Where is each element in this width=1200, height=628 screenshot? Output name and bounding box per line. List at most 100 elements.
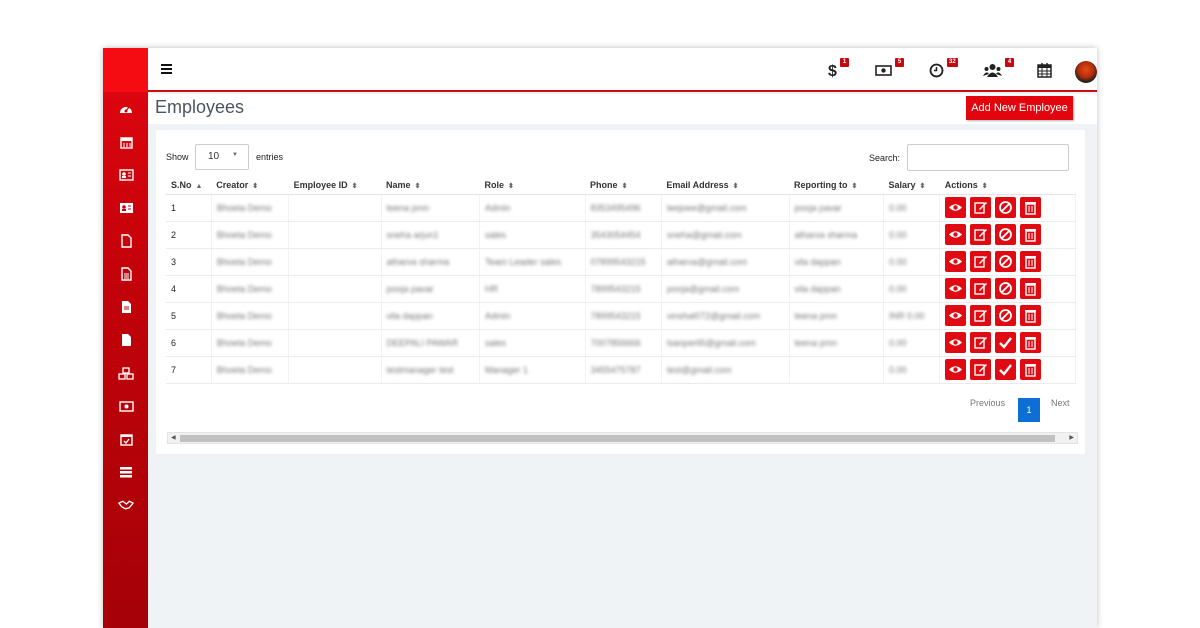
cell-salary: 0.00 (883, 356, 941, 384)
delete-icon[interactable] (1020, 305, 1042, 326)
sort-icon[interactable]: ⬍ (415, 183, 421, 190)
table-row: 2 Bhoeta Demo sneha arjun1 sales 3543054454 s… (166, 221, 1076, 249)
block-icon[interactable] (995, 305, 1017, 326)
edit-icon[interactable] (970, 224, 992, 245)
calendar-nav-icon[interactable] (118, 134, 134, 150)
view-icon[interactable] (945, 305, 967, 326)
edit-icon[interactable] (970, 251, 992, 272)
report-icon[interactable] (118, 299, 134, 315)
cell-name: sneha arjun1 (381, 221, 481, 249)
id-card-icon[interactable] (118, 167, 134, 183)
document-icon[interactable] (118, 266, 134, 282)
delete-icon[interactable] (1020, 278, 1042, 299)
column-header[interactable]: Email Address ⬍ (661, 177, 790, 195)
users-icon[interactable]: 4 (983, 58, 1014, 80)
cell-creator: Bhoeta Demo (211, 356, 290, 384)
sort-icon[interactable]: ⬍ (852, 183, 858, 190)
cell-employee-id (288, 275, 382, 303)
file-icon[interactable] (118, 233, 134, 249)
table-header-row: S.No ▲ Creator ⬍ Employee ID ⬍ Name ⬍ Role ⬍ Phone… (166, 177, 1076, 195)
dollar-icon[interactable]: $ 1 (828, 58, 849, 80)
page-icon[interactable] (118, 332, 134, 348)
column-header[interactable]: Creator ⬍ (211, 177, 289, 195)
column-header[interactable]: Role ⬍ (479, 177, 586, 195)
entries-select[interactable]: 10 ▼ (195, 144, 249, 170)
money-nav-icon[interactable] (118, 398, 134, 414)
column-header[interactable]: Employee ID ⬍ (288, 177, 382, 195)
column-header[interactable]: Phone ⬍ (585, 177, 662, 195)
cell-phone: 7899543215 (585, 275, 662, 303)
cell-reporting-to: vila dappan (789, 248, 885, 276)
column-header-label: Employee ID (293, 180, 348, 191)
view-icon[interactable] (945, 359, 967, 380)
dashboard-icon[interactable] (118, 101, 134, 117)
column-header[interactable]: Actions ⬍ (939, 177, 1076, 195)
block-icon[interactable] (995, 197, 1017, 218)
delete-icon[interactable] (1020, 251, 1042, 272)
view-icon[interactable] (945, 224, 967, 245)
hamburger-menu-icon[interactable] (161, 64, 172, 74)
next-page-link[interactable]: Next (1051, 398, 1070, 408)
edit-icon[interactable] (970, 197, 992, 218)
sort-icon[interactable]: ⬍ (920, 183, 926, 190)
add-new-employee-button[interactable]: Add New Employee (966, 96, 1073, 120)
delete-icon[interactable] (1020, 224, 1042, 245)
cubes-icon[interactable] (118, 365, 134, 381)
cell-reporting-to: vila dappan (789, 275, 885, 303)
delete-icon[interactable] (1020, 359, 1042, 380)
sort-icon[interactable]: ⬍ (508, 183, 514, 190)
edit-icon[interactable] (970, 359, 992, 380)
column-header[interactable]: Name ⬍ (381, 177, 480, 195)
cell-sno: 4 (166, 275, 212, 303)
search-input[interactable] (907, 144, 1069, 171)
column-header[interactable]: Salary ⬍ (883, 177, 940, 195)
calendar-icon[interactable] (1037, 62, 1052, 80)
sort-icon[interactable]: ⬍ (733, 183, 739, 190)
user-avatar[interactable] (1075, 61, 1097, 83)
view-icon[interactable] (945, 197, 967, 218)
edit-icon[interactable] (970, 278, 992, 299)
cell-creator: Bhoeta Demo (211, 221, 290, 249)
view-icon[interactable] (945, 251, 967, 272)
clock-icon[interactable]: 32 (929, 58, 958, 80)
contact-card-icon[interactable] (118, 200, 134, 216)
dollar-badge: 1 (840, 58, 849, 67)
table-row: 3 Bhoeta Demo atharva sharma Team Leader sa… (166, 248, 1076, 276)
column-header-label: Email Address (666, 180, 729, 191)
delete-icon[interactable] (1020, 332, 1042, 353)
delete-icon[interactable] (1020, 197, 1042, 218)
column-header[interactable]: S.No ▲ (166, 177, 212, 195)
cell-phone: 7899543215 (585, 302, 662, 330)
horizontal-scrollbar[interactable]: ◀ ▶ (167, 432, 1078, 444)
approve-icon[interactable] (995, 359, 1017, 380)
cell-role: Team Leader sales (479, 248, 586, 276)
block-icon[interactable] (995, 278, 1017, 299)
list-icon[interactable] (118, 464, 134, 480)
view-icon[interactable] (945, 332, 967, 353)
previous-page-link[interactable]: Previous (970, 398, 1005, 408)
sort-icon[interactable]: ⬍ (982, 183, 988, 190)
money-icon[interactable]: 5 (875, 58, 904, 80)
edit-icon[interactable] (970, 305, 992, 326)
column-header-label: Creator (216, 180, 249, 191)
scroll-right-icon[interactable]: ▶ (1069, 434, 1074, 441)
sort-icon[interactable]: ⬍ (352, 183, 358, 190)
approve-icon[interactable] (995, 332, 1017, 353)
sort-icon[interactable]: ⬍ (252, 183, 258, 190)
cell-employee-id (288, 302, 382, 330)
block-icon[interactable] (995, 224, 1017, 245)
view-icon[interactable] (945, 278, 967, 299)
table-row: 4 Bhoeta Demo pooja pavar HR 7899543215 pooja… (166, 275, 1076, 303)
block-icon[interactable] (995, 251, 1017, 272)
calendar-check-icon[interactable] (118, 431, 134, 447)
sort-icon[interactable]: ⬍ (622, 183, 628, 190)
column-header[interactable]: Reporting to ⬍ (789, 177, 884, 195)
sort-icon[interactable]: ▲ (196, 183, 203, 190)
edit-icon[interactable] (970, 332, 992, 353)
page-1-button[interactable]: 1 (1018, 398, 1040, 422)
scroll-left-icon[interactable]: ◀ (171, 434, 176, 441)
scrollbar-thumb[interactable] (180, 435, 1055, 442)
handshake-icon[interactable] (118, 497, 134, 513)
cell-phone: 3543054454 (585, 221, 662, 249)
cell-employee-id (288, 248, 382, 276)
